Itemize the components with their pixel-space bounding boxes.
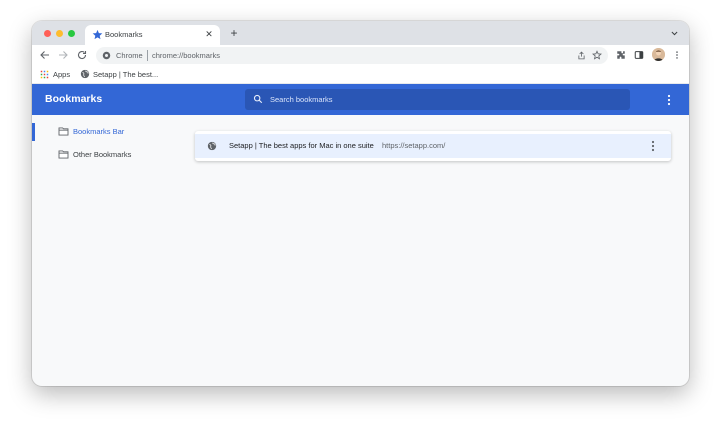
- bookmarks-bar: Apps Setapp | The best...: [32, 65, 689, 84]
- minimize-window-button[interactable]: [56, 30, 63, 37]
- toolbar: Chrome chrome://bookmarks: [32, 45, 689, 65]
- bookmark-list: Setapp | The best apps for Mac in one su…: [195, 131, 671, 161]
- side-panel-icon[interactable]: [634, 50, 644, 60]
- close-window-button[interactable]: [44, 30, 51, 37]
- profile-avatar[interactable]: [652, 48, 665, 61]
- share-icon[interactable]: [577, 51, 586, 60]
- back-button[interactable]: [39, 49, 51, 61]
- forward-button[interactable]: [57, 49, 69, 61]
- search-input[interactable]: [270, 93, 620, 106]
- sidebar-item-label: Bookmarks Bar: [73, 127, 125, 136]
- globe-icon: [207, 141, 217, 151]
- search-box[interactable]: [245, 89, 630, 110]
- bookmark-url: https://setapp.com/: [382, 141, 446, 150]
- chrome-icon: [102, 51, 111, 60]
- bookmark-title: Setapp | The best apps for Mac in one su…: [229, 141, 374, 150]
- search-icon: [253, 94, 263, 104]
- sidebar-item-other-bookmarks[interactable]: Other Bookmarks: [32, 146, 182, 164]
- close-tab-button[interactable]: ✕: [204, 29, 214, 39]
- omnibox-scheme-label: Chrome: [116, 51, 143, 60]
- bookmarks-bar-setapp[interactable]: Setapp | The best...: [93, 69, 158, 80]
- apps-grid-icon[interactable]: [40, 70, 49, 79]
- bookmark-star-icon[interactable]: [592, 50, 602, 60]
- page-title: Bookmarks: [45, 93, 103, 105]
- reload-button[interactable]: [76, 49, 88, 61]
- globe-icon: [80, 69, 90, 79]
- star-icon: [92, 29, 103, 40]
- more-options-icon[interactable]: [651, 140, 655, 152]
- extensions-icon[interactable]: [616, 50, 626, 60]
- tab-title: Bookmarks: [105, 30, 143, 39]
- sidebar-item-bookmarks-bar[interactable]: Bookmarks Bar: [32, 123, 182, 141]
- address-bar[interactable]: Chrome chrome://bookmarks: [96, 47, 608, 64]
- new-tab-button[interactable]: +: [228, 27, 240, 39]
- profile-photo-icon: [652, 48, 665, 61]
- folder-icon: [58, 150, 69, 159]
- chevron-down-icon[interactable]: [670, 29, 679, 38]
- browser-window: Bookmarks ✕ + Chrome chrome://bookmarks: [32, 21, 689, 386]
- bookmark-row[interactable]: Setapp | The best apps for Mac in one su…: [195, 134, 671, 158]
- omnibox-divider: [147, 50, 148, 61]
- folder-icon: [58, 127, 69, 136]
- omnibox-url[interactable]: chrome://bookmarks: [152, 50, 220, 61]
- zoom-window-button[interactable]: [68, 30, 75, 37]
- chrome-menu-icon[interactable]: [672, 50, 682, 60]
- tab-strip: Bookmarks ✕ +: [32, 21, 689, 45]
- bookmarks-header: Bookmarks: [32, 84, 689, 115]
- tab-bookmarks[interactable]: Bookmarks ✕: [85, 25, 220, 45]
- more-options-icon[interactable]: [667, 94, 671, 106]
- bookmarks-bar-apps[interactable]: Apps: [53, 69, 70, 80]
- sidebar-item-label: Other Bookmarks: [73, 150, 132, 159]
